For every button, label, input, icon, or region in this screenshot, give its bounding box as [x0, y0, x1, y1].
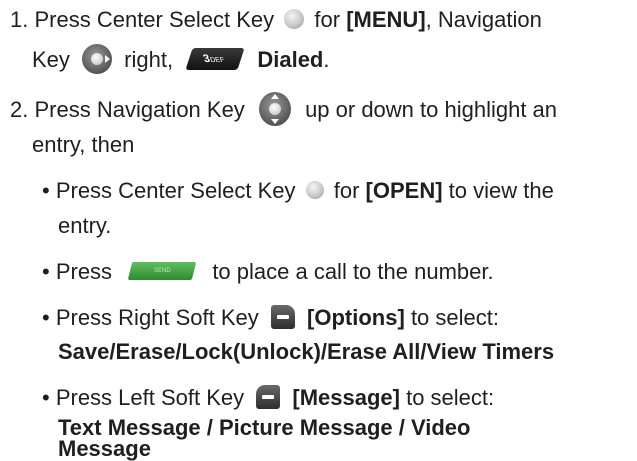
send-key-label: SEND — [153, 268, 171, 275]
bullet-4-text-a: • Press Left Soft Key — [42, 385, 245, 410]
dialed-label: Dialed — [257, 47, 324, 72]
right-soft-key-icon — [270, 305, 295, 330]
bullet-3-options-list: Save/Erase/Lock(Unlock)/Erase All/View T… — [58, 339, 555, 364]
menu-label: [MENU] — [346, 7, 426, 32]
bullet-2-text-b: to place a call to the number. — [212, 259, 494, 284]
bullet-4-text-b: to select: — [406, 385, 495, 410]
message-label: [Message] — [292, 385, 400, 410]
step-2-line-1: 2. Press Navigation Key up or down to hi… — [10, 92, 558, 128]
step-1-text-c: , Navigation — [425, 7, 542, 32]
center-select-key-icon — [305, 181, 324, 200]
bullet-1-text-d: entry. — [58, 213, 112, 238]
bullet-3-text-a: • Press Right Soft Key — [42, 305, 259, 330]
left-soft-key-icon — [256, 385, 281, 410]
navigation-key-right-icon — [82, 44, 113, 75]
step-1-text-b: for — [314, 7, 341, 32]
bullet-1-text-b: for — [333, 178, 360, 203]
number-3-key-icon: 3DEF — [185, 48, 245, 71]
step-1-line-2: Key right, 3DEF Dialed. — [32, 44, 330, 76]
navigation-key-updown-icon — [258, 92, 291, 127]
step-1-line-1: 1. Press Center Select Key for [MENU], N… — [10, 4, 542, 36]
bullet-1-line-1: • Press Center Select Key for [OPEN] to … — [42, 175, 554, 207]
bullet-3-text-b: to select: — [410, 305, 499, 330]
bullet-2-text-a: • Press — [42, 259, 113, 284]
step-2-text-b: up or down to highlight an — [305, 97, 558, 122]
send-key-icon: SEND — [127, 262, 197, 281]
step-2-text-c: entry, then — [32, 132, 135, 157]
bullet-1-line-2: entry. — [58, 210, 111, 242]
bullet-4-line-1: • Press Left Soft Key [Message] to selec… — [42, 382, 494, 414]
bullet-3-line-1: • Press Right Soft Key [Options] to sele… — [42, 302, 499, 334]
step-1-number: 1. — [10, 7, 29, 32]
bullet-4-message-list-end: Message — [58, 436, 151, 461]
bullet-1-text-a: • Press Center Select Key — [42, 178, 296, 203]
open-label: [OPEN] — [365, 178, 443, 203]
bullet-3-line-2: Save/Erase/Lock(Unlock)/Erase All/View T… — [58, 336, 554, 368]
options-label: [Options] — [307, 305, 405, 330]
center-select-key-icon — [284, 9, 305, 30]
step-2-number: 2. — [10, 97, 29, 122]
step-1-period: . — [323, 47, 330, 72]
bullet-1-text-c: to view the — [448, 178, 554, 203]
bullet-4-line-3: Message — [58, 438, 151, 460]
bullet-2-line: • Press SEND to place a call to the numb… — [42, 256, 494, 288]
step-1-text-d: Key — [32, 47, 70, 72]
step-1-text-a: Press Center Select Key — [34, 7, 275, 32]
step-2-line-2: entry, then — [32, 129, 134, 161]
step-1-text-e: right, — [124, 47, 174, 72]
step-2-text-a: Press Navigation Key — [34, 97, 245, 122]
